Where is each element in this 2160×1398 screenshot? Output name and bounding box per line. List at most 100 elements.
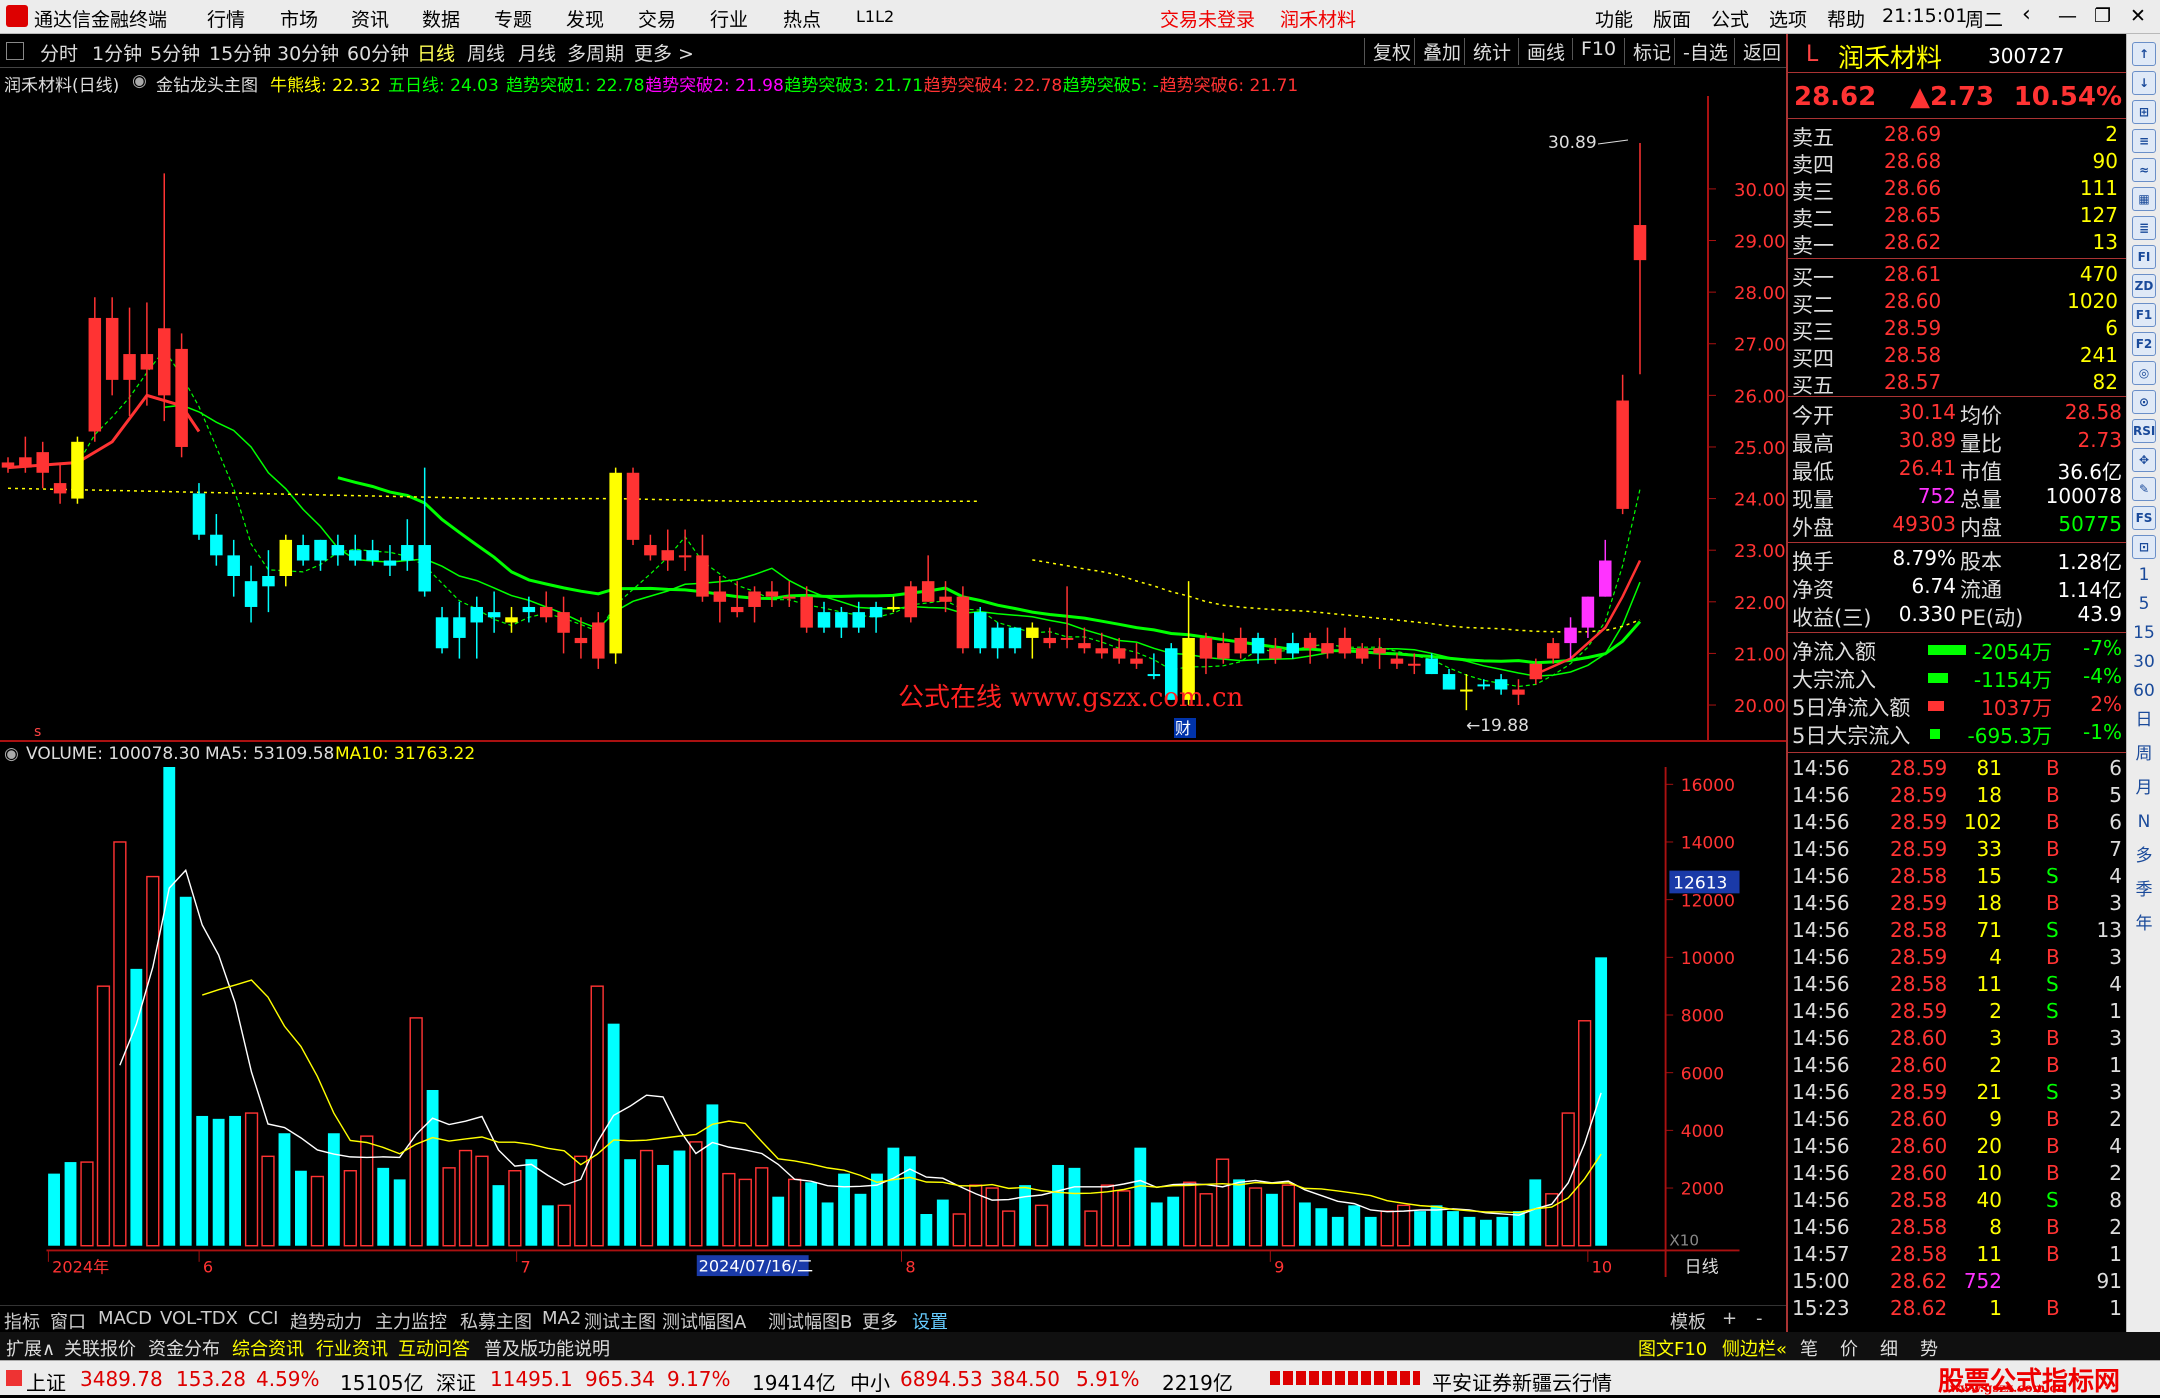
period-30min[interactable]: 30分钟 <box>277 39 339 66</box>
indicator-tab-4[interactable]: CCI <box>248 1308 278 1329</box>
volume-chart[interactable]: 16000 14000 12000 10000 8000 6000 4000 2000 1261… <box>0 767 1786 1277</box>
menu-gongshi[interactable]: 公式 <box>1711 5 1749 32</box>
side-period-0[interactable]: 日 <box>2132 709 2156 733</box>
indicator-tab-7[interactable]: 私募主图 <box>460 1308 532 1334</box>
side-tool-7-icon[interactable]: FI <box>2132 245 2156 269</box>
side-tab-4[interactable]: 细 <box>1880 1335 1898 1361</box>
side-tool-5-icon[interactable]: ▦ <box>2132 187 2156 211</box>
indicator-tab-13[interactable]: 设置 <box>912 1308 948 1334</box>
btn-biaoji[interactable]: 标记 <box>1624 38 1671 65</box>
side-period-6[interactable]: 年 <box>2132 913 2156 937</box>
menu-faxian[interactable]: 发现 <box>566 5 604 32</box>
volume-settings-icon[interactable]: ◉ <box>4 744 19 764</box>
menu-l1l2[interactable]: L1L2 <box>856 7 894 26</box>
side-tool-9-icon[interactable]: F1 <box>2132 303 2156 327</box>
ext-tab-2[interactable]: 资金分布 <box>148 1335 220 1361</box>
side-tool-11-icon[interactable]: ◎ <box>2132 361 2156 385</box>
restore-icon[interactable]: ❐ <box>2094 5 2111 27</box>
indicator-tab-0[interactable]: 指标 <box>4 1308 40 1334</box>
side-tab-3[interactable]: 价 <box>1840 1335 1858 1361</box>
side-tool-10-icon[interactable]: F2 <box>2132 332 2156 356</box>
menu-jiaoyi[interactable]: 交易 <box>638 5 676 32</box>
side-tool-13-icon[interactable]: RSI <box>2132 419 2156 443</box>
menu-banmian[interactable]: 版面 <box>1653 5 1691 32</box>
indicator-tab-12[interactable]: 更多 <box>862 1308 898 1334</box>
indicator-tab-8[interactable]: MA2 <box>542 1308 581 1329</box>
period-monthly[interactable]: 月线 <box>518 39 556 66</box>
period-weekly[interactable]: 周线 <box>467 39 505 66</box>
menu-gongneng[interactable]: 功能 <box>1595 5 1633 32</box>
menu-bangzhu[interactable]: 帮助 <box>1827 5 1865 32</box>
btn-f10[interactable]: F10 <box>1572 38 1616 60</box>
side-period-2[interactable]: 月 <box>2132 777 2156 801</box>
btn-huaxian[interactable]: 画线 <box>1518 38 1565 65</box>
indicator-tab-11[interactable]: 测试幅图B <box>768 1308 852 1334</box>
login-status[interactable]: 交易未登录 <box>1160 5 1255 32</box>
btn-tongji[interactable]: 统计 <box>1464 38 1511 65</box>
btn-fuquan[interactable]: 复权 <box>1364 38 1411 65</box>
side-tool-8-icon[interactable]: ZD <box>2132 274 2156 298</box>
side-tab-0[interactable]: 图文F10 <box>1638 1335 1707 1361</box>
side-period-5[interactable]: 季 <box>2132 879 2156 903</box>
indicator-tab-9[interactable]: 测试主图 <box>584 1308 656 1334</box>
side-tool-14-icon[interactable]: ✥ <box>2132 448 2156 472</box>
menu-redian[interactable]: 热点 <box>783 5 821 32</box>
menu-hangqing[interactable]: 行情 <box>207 5 245 32</box>
side-tool-12-icon[interactable]: ⊙ <box>2132 390 2156 414</box>
ext-tab-3[interactable]: 综合资讯 <box>232 1335 304 1361</box>
side-tab-1[interactable]: 侧边栏« <box>1722 1335 1787 1361</box>
menu-shichang[interactable]: 市场 <box>280 5 318 32</box>
sz-label[interactable]: 深证 <box>436 1367 476 1396</box>
back-arrow-icon[interactable]: ‹ <box>2022 2 2031 27</box>
period-5min[interactable]: 5分钟 <box>150 39 200 66</box>
formula-settings-icon[interactable]: ◉ <box>132 71 147 91</box>
side-tool-19-icon[interactable]: 5 <box>2132 593 2156 617</box>
side-tool-16-icon[interactable]: FS <box>2132 506 2156 530</box>
menu-xuanxiang[interactable]: 选项 <box>1769 5 1807 32</box>
template-tab-0[interactable]: 模板 <box>1670 1308 1706 1334</box>
zx-label[interactable]: 中小 <box>850 1367 890 1396</box>
side-tool-21-icon[interactable]: 30 <box>2132 651 2156 675</box>
side-period-3[interactable]: N <box>2132 811 2156 835</box>
formula-name[interactable]: 金钻龙头主图 <box>156 71 258 96</box>
side-tool-1-icon[interactable]: ↓ <box>2132 71 2156 95</box>
period-daily[interactable]: 日线 <box>417 39 455 66</box>
side-tab-5[interactable]: 势 <box>1920 1335 1938 1361</box>
sh-label[interactable]: 上证 <box>26 1367 66 1396</box>
btn-fanhui[interactable]: 返回 <box>1734 38 1781 65</box>
period-15min[interactable]: 15分钟 <box>209 39 271 66</box>
candlestick-chart[interactable]: 30.00 29.00 28.00 27.00 26.00 25.00 24.00 23.00… <box>0 96 1786 742</box>
side-tab-2[interactable]: 笔 <box>1800 1335 1818 1361</box>
period-1min[interactable]: 1分钟 <box>92 39 142 66</box>
side-tool-17-icon[interactable]: ⊡ <box>2132 535 2156 559</box>
ext-tab-0[interactable]: 扩展∧ <box>6 1335 55 1361</box>
period-menu-icon[interactable] <box>6 42 24 60</box>
btn-diejia[interactable]: 叠加 <box>1414 38 1461 65</box>
period-fenshi[interactable]: 分时 <box>40 39 78 66</box>
side-period-4[interactable]: 多 <box>2132 845 2156 869</box>
side-tool-22-icon[interactable]: 60 <box>2132 680 2156 704</box>
period-more[interactable]: 更多 > <box>634 39 694 66</box>
indicator-tab-2[interactable]: MACD <box>98 1308 152 1329</box>
side-tool-18-icon[interactable]: 1 <box>2132 564 2156 588</box>
side-tool-4-icon[interactable]: ≈ <box>2132 158 2156 182</box>
close-icon[interactable]: ✕ <box>2130 5 2146 27</box>
period-60min[interactable]: 60分钟 <box>347 39 409 66</box>
minimize-icon[interactable]: — <box>2058 5 2077 27</box>
side-period-1[interactable]: 周 <box>2132 743 2156 767</box>
template-tab-2[interactable]: - <box>1756 1308 1763 1329</box>
side-tool-15-icon[interactable]: ✎ <box>2132 477 2156 501</box>
menu-zixun[interactable]: 资讯 <box>351 5 389 32</box>
side-tool-6-icon[interactable]: ≣ <box>2132 216 2156 240</box>
indicator-tab-10[interactable]: 测试幅图A <box>662 1308 746 1334</box>
ext-tab-5[interactable]: 互动问答 <box>398 1335 470 1361</box>
side-tool-3-icon[interactable]: ≡ <box>2132 129 2156 153</box>
ext-tab-6[interactable]: 普及版功能说明 <box>484 1335 610 1361</box>
side-tool-2-icon[interactable]: ⊞ <box>2132 100 2156 124</box>
menu-shuju[interactable]: 数据 <box>422 5 460 32</box>
side-tool-20-icon[interactable]: 15 <box>2132 622 2156 646</box>
btn-zixuan[interactable]: -自选 <box>1674 38 1728 65</box>
menu-hangye[interactable]: 行业 <box>710 5 748 32</box>
template-tab-1[interactable]: + <box>1722 1308 1737 1329</box>
indicator-tab-3[interactable]: VOL-TDX <box>160 1308 238 1329</box>
